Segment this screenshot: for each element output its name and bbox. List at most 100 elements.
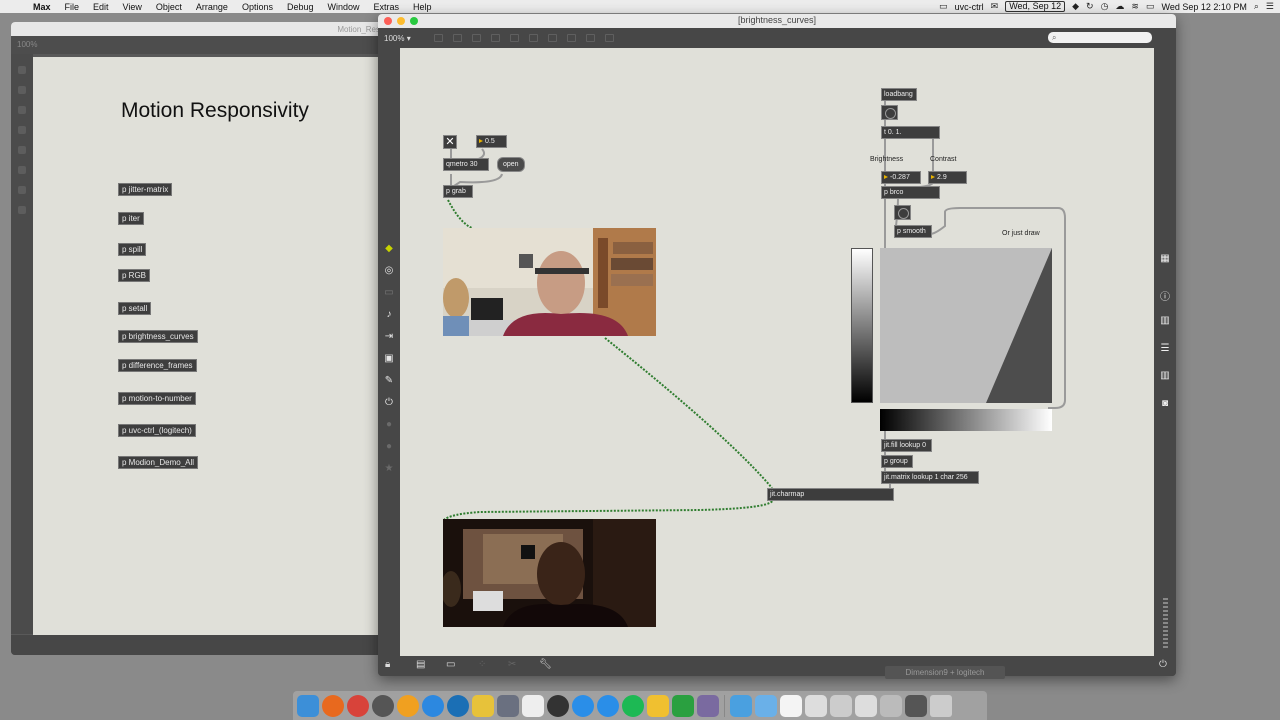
curve-editor[interactable] — [880, 248, 1052, 403]
back-tool-icon[interactable] — [18, 166, 26, 174]
toolbar-comment-icon[interactable] — [472, 34, 481, 42]
presentation-icon[interactable]: ▭ — [446, 659, 455, 670]
folder-icon[interactable] — [730, 694, 752, 717]
spotify-icon[interactable] — [622, 694, 644, 717]
subpatcher-motion-demo-all[interactable]: p Modion_Demo_All — [118, 456, 199, 469]
evernote-icon[interactable] — [672, 694, 694, 717]
toolbar-new-object-icon[interactable] — [434, 34, 443, 42]
sync-icon[interactable]: ↻ — [1086, 1, 1094, 12]
plug-icon[interactable]: ⏻ — [378, 397, 400, 408]
reference-icon[interactable]: ▥ — [1154, 370, 1176, 381]
toolbar-toggle-icon[interactable] — [491, 34, 500, 42]
book-icon[interactable]: ▥ — [1154, 315, 1176, 326]
toolbar-slider-icon[interactable] — [548, 34, 557, 42]
chrome-icon[interactable] — [347, 694, 369, 717]
grid-icon[interactable]: ▦ — [1154, 253, 1176, 264]
patcher-canvas[interactable]: ✕ 0.5 qmetro 30 open p grab loadbang t 0… — [400, 48, 1154, 656]
fill-lookup-object[interactable]: jit.fill lookup 0 — [881, 439, 932, 452]
subpatcher-difference-frames[interactable]: p difference_frames — [118, 359, 197, 372]
info-icon[interactable]: ⓘ — [1154, 288, 1176, 303]
back-tool-icon[interactable] — [18, 106, 26, 114]
menu-object[interactable]: Object — [149, 2, 189, 12]
matrix-patch-cord[interactable] — [443, 497, 774, 521]
subpatcher-motion-to-number[interactable]: p motion-to-number — [118, 392, 196, 405]
finder-icon[interactable] — [297, 694, 319, 717]
window-thumbnail-icon[interactable] — [830, 694, 852, 717]
film-icon[interactable]: ▭ — [378, 287, 400, 298]
window-thumbnail-icon[interactable] — [805, 694, 827, 717]
smooth-bang-button[interactable] — [894, 205, 911, 220]
menu-arrange[interactable]: Arrange — [189, 2, 235, 12]
back-tool-icon[interactable] — [18, 126, 26, 134]
toolbar-number-icon[interactable] — [529, 34, 538, 42]
music-note-icon[interactable]: ♪ — [378, 309, 400, 320]
back-tool-icon[interactable] — [18, 146, 26, 154]
subpatcher-jitter-matrix[interactable]: p jitter-matrix — [118, 183, 173, 196]
menu-edit[interactable]: Edit — [86, 2, 116, 12]
back-tool-icon[interactable] — [18, 86, 26, 94]
back-tool-icon[interactable] — [18, 206, 26, 214]
back-tool-icon[interactable] — [18, 186, 26, 194]
arrows-icon[interactable]: ⇥ — [378, 331, 400, 342]
menu-view[interactable]: View — [116, 2, 149, 12]
messages-icon[interactable] — [572, 694, 594, 717]
subpatcher-spill[interactable]: p spill — [118, 243, 147, 256]
smooth-subpatcher[interactable]: p smooth — [894, 225, 932, 238]
window-thumbnail-icon[interactable] — [880, 694, 902, 717]
charmap-object[interactable]: jit.charmap — [767, 488, 894, 501]
cube-icon[interactable]: ◆ — [378, 243, 400, 254]
list-icon[interactable]: ☰ — [1154, 343, 1176, 354]
paperclip-icon[interactable]: ✎ — [378, 375, 400, 386]
mail-icon[interactable]: ✉ — [991, 1, 999, 12]
app-icon[interactable] — [697, 694, 719, 717]
menu-options[interactable]: Options — [235, 2, 280, 12]
date-box[interactable]: Wed, Sep 12 — [1005, 1, 1066, 12]
window-thumbnail-icon[interactable] — [905, 694, 927, 717]
float-number-box[interactable]: 0.5 — [476, 135, 507, 148]
document-icon[interactable] — [522, 694, 544, 717]
contrast-number-box[interactable]: 2.9 — [928, 171, 967, 184]
status-app-name[interactable]: uvc-ctrl — [955, 2, 984, 12]
search-input[interactable]: ⌕ — [1048, 32, 1152, 43]
camera-icon[interactable]: ◙ — [1154, 398, 1176, 409]
zoom-select[interactable]: 100% ▾ — [384, 34, 424, 43]
chat-icon[interactable] — [597, 694, 619, 717]
brco-subpatcher[interactable]: p brco — [881, 186, 940, 199]
notification-center-icon[interactable]: ☰ — [1266, 1, 1274, 12]
toolbar-undo-icon[interactable] — [605, 34, 614, 42]
firefox-icon[interactable] — [322, 694, 344, 717]
toolbar-message-icon[interactable] — [453, 34, 462, 42]
lookup-matrix-object[interactable]: jit.matrix lookup 1 char 256 — [881, 471, 979, 484]
circle-icon[interactable]: ◎ — [378, 265, 400, 276]
dropbox-icon[interactable]: ◆ — [1072, 1, 1079, 12]
matrix-patch-cord[interactable] — [447, 199, 473, 229]
back-window-zoom[interactable]: 100% — [17, 40, 37, 49]
back-window-titlebar[interactable]: Motion_Res — [11, 22, 386, 36]
toggle-checkbox[interactable]: ✕ — [443, 135, 457, 149]
time-machine-icon[interactable]: ◷ — [1101, 1, 1109, 12]
app-icon[interactable] — [472, 694, 494, 717]
subpatcher-uvc-ctrl[interactable]: p uvc-ctrl_(logitech) — [118, 424, 196, 437]
loadbang-object[interactable]: loadbang — [881, 88, 917, 101]
image-icon[interactable]: ▣ — [378, 353, 400, 364]
browser-icon[interactable] — [447, 694, 469, 717]
menu-app-name[interactable]: Max — [26, 2, 58, 12]
toolbar-button-icon[interactable] — [510, 34, 519, 42]
max-icon[interactable] — [372, 694, 394, 717]
menubar-clock[interactable]: Wed Sep 12 2:10 PM — [1161, 2, 1246, 12]
subpatcher-setall[interactable]: p setall — [118, 302, 152, 315]
subpatcher-brightness-curves[interactable]: p brightness_curves — [118, 330, 198, 343]
wifi-icon[interactable]: ≋ — [1131, 1, 1139, 12]
back-tool-icon[interactable] — [18, 66, 26, 74]
mail-app-icon[interactable] — [497, 694, 519, 717]
qmetro-object[interactable]: qmetro 30 — [443, 158, 489, 171]
front-window-titlebar[interactable]: [brightness_curves] — [378, 14, 1176, 28]
menu-window[interactable]: Window — [321, 2, 367, 12]
toolbar-dial-icon[interactable] — [567, 34, 576, 42]
camera-status-icon[interactable]: ▭ — [939, 1, 948, 12]
app-icon[interactable] — [547, 694, 569, 717]
menu-extras[interactable]: Extras — [367, 2, 407, 12]
menu-help[interactable]: Help — [406, 2, 439, 12]
power-icon[interactable]: ⏻ — [1159, 659, 1167, 670]
battery-icon[interactable]: ▭ — [1146, 1, 1155, 12]
